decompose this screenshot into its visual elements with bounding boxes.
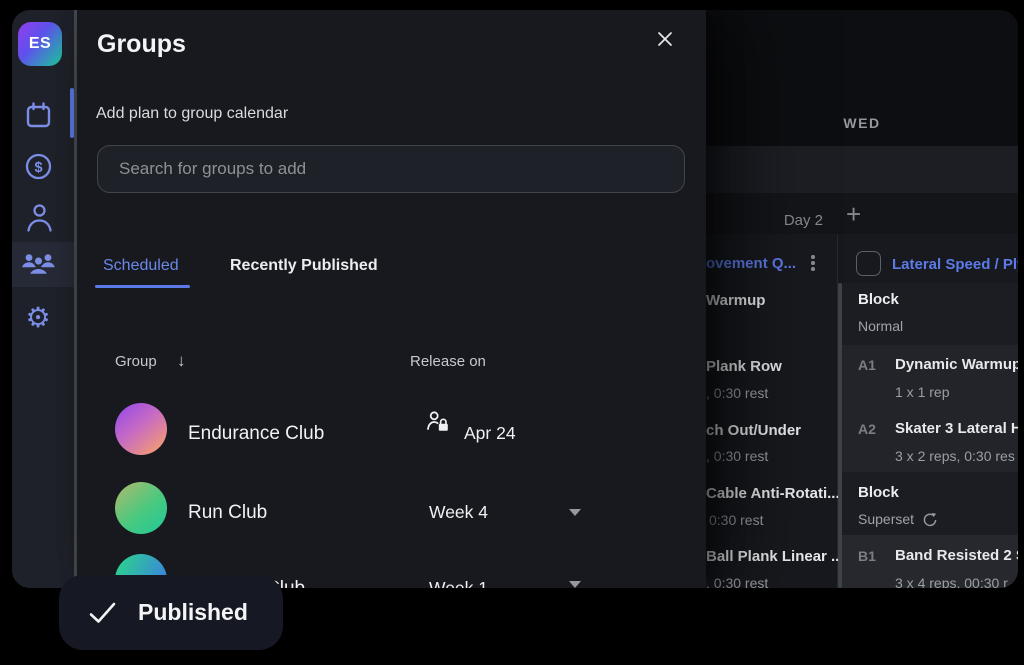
release-date: Apr 24 [464, 423, 516, 444]
chevron-down-icon[interactable] [569, 509, 581, 516]
exercise-name: Plank Row [706, 358, 782, 375]
exercise-name: ch Out/Under [706, 422, 801, 439]
dollar-icon: $ [24, 152, 53, 181]
group-name: Endurance Club [188, 423, 324, 445]
app-window: WED Day 2 + ovement Q... Warmup Plank Ro… [12, 10, 1018, 588]
calendar-icon [25, 101, 52, 129]
block-label: Block [858, 484, 899, 501]
person-lock-icon [426, 410, 450, 432]
active-nav-indicator [70, 88, 74, 138]
group-name: Run Club [188, 502, 267, 524]
exercise-tag: A1 [858, 357, 876, 373]
group-avatar [115, 482, 167, 534]
groups-modal: Groups Add plan to group calendar Schedu… [77, 10, 706, 588]
release-week-dropdown[interactable]: Week 4 [429, 502, 488, 523]
modal-subtitle: Add plan to group calendar [96, 105, 288, 123]
exercise-detail: 3 x 2 reps, 0:30 res [895, 448, 1015, 464]
exercise-detail: 1 x 1 rep [895, 384, 949, 400]
exercise-name: Warmup [706, 292, 765, 309]
sidebar-item-clients[interactable] [24, 200, 54, 234]
close-icon [657, 31, 673, 47]
exercise-name: Ball Plank Linear ... [706, 548, 844, 565]
toast-label: Published [138, 599, 248, 626]
people-icon [21, 249, 56, 280]
tab-recently-published[interactable]: Recently Published [230, 257, 378, 275]
published-toast: Published [59, 575, 283, 650]
sort-descending-icon[interactable]: ↓ [177, 351, 186, 371]
exercise-name: Cable Anti-Rotati... [706, 485, 840, 502]
day-label: Day 2 [712, 212, 823, 229]
exercise-detail: 0:30 rest [709, 512, 763, 528]
block-mode: Normal [858, 318, 903, 334]
page-background: { "app": { "avatar_initials": "ES" }, "s… [0, 0, 1024, 665]
exercise-detail: , 0:30 rest [706, 575, 768, 588]
chevron-down-icon[interactable] [569, 581, 581, 588]
modal-title: Groups [97, 30, 186, 59]
release-week-dropdown[interactable]: Week 1 [429, 578, 488, 588]
card-scrollbar[interactable] [838, 283, 842, 588]
group-search [97, 145, 685, 193]
weekday-header: WED [830, 115, 894, 131]
exercise-name: Band Resisted 2 Step [895, 547, 1018, 564]
workout-checkbox[interactable] [856, 251, 881, 276]
exercise-detail: , 0:30 rest [706, 448, 768, 464]
release-column-header: Release on [410, 353, 486, 370]
sidebar-item-billing[interactable]: $ [23, 151, 53, 181]
sidebar-item-groups[interactable] [20, 248, 56, 280]
sidebar-item-settings[interactable]: ⚙ [23, 303, 53, 333]
active-tab-underline [95, 285, 190, 288]
group-avatar [115, 403, 167, 455]
sidebar: ES $ [12, 10, 77, 588]
close-button[interactable] [653, 27, 677, 51]
block-mode: Superset [858, 511, 914, 527]
workspace-avatar[interactable]: ES [18, 22, 62, 66]
add-day-button[interactable]: + [846, 201, 861, 227]
exercise-name: Skater 3 Lateral Hop [895, 420, 1018, 437]
overflow-menu-icon[interactable] [811, 255, 815, 271]
tab-scheduled[interactable]: Scheduled [103, 257, 179, 275]
gear-icon: ⚙ [25, 304, 50, 332]
exercise-detail: 3 x 4 reps, 00:30 r [895, 575, 1008, 588]
group-column-header[interactable]: Group [115, 353, 157, 370]
exercise-detail: , 0:30 rest [706, 385, 768, 401]
person-icon [25, 201, 54, 234]
exercise-name: Dynamic Warmup [895, 356, 1018, 373]
svg-text:$: $ [34, 160, 42, 176]
sidebar-item-calendar[interactable] [23, 100, 53, 130]
workout-card: Lateral Speed / Plyo Block Normal A1 Dyn… [838, 234, 1018, 588]
exercise-tag: A2 [858, 421, 876, 437]
workout-link-right[interactable]: Lateral Speed / Plyo [892, 256, 1018, 273]
block-label: Block [858, 291, 899, 308]
search-input[interactable] [98, 146, 684, 192]
superset-refresh-icon [922, 512, 938, 528]
check-icon [89, 600, 116, 626]
workout-link-left[interactable]: ovement Q... [706, 255, 796, 272]
exercise-tag: B1 [858, 548, 876, 564]
